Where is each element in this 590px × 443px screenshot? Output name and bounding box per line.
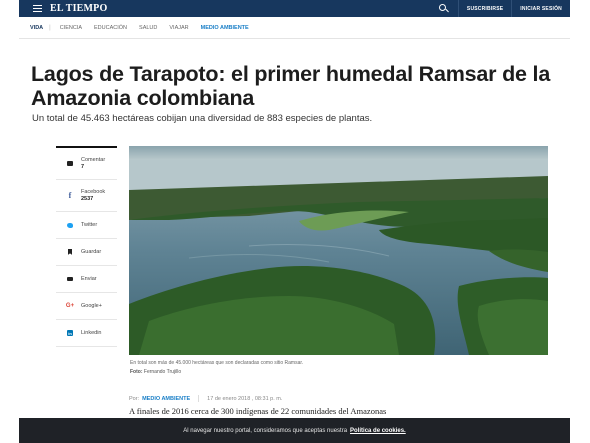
mail-icon	[66, 275, 74, 283]
comment-count: 7	[81, 163, 85, 170]
article-photo[interactable]	[129, 146, 548, 355]
nav-item-viajar[interactable]: VIAJAR	[169, 25, 188, 31]
credit-name: Fernando Trujillo	[143, 369, 182, 375]
comment-icon	[66, 160, 74, 168]
nav-section-vida[interactable]: VIDA	[30, 25, 43, 31]
byline-category[interactable]: MEDIO AMBIENTE	[142, 396, 190, 402]
share-email[interactable]: Enviar	[56, 266, 117, 293]
nav-divider: |	[49, 24, 51, 31]
login-button[interactable]: INICIAR SESIÓN	[512, 0, 570, 17]
facebook-label-group: Facebook 2537	[81, 189, 105, 202]
comment-label-group: Comentar 7	[81, 157, 105, 170]
share-google-plus[interactable]: G+ Google+	[56, 293, 117, 320]
google-label: Google+	[81, 302, 102, 309]
article-title: Lagos de Tarapoto: el primer humedal Ram…	[31, 62, 551, 110]
share-sidebar: Comentar 7 f Facebook 2537 Twitter Guard…	[56, 146, 117, 347]
share-linkedin[interactable]: in Linkedin	[56, 320, 117, 347]
aerial-wetland-image	[129, 146, 548, 355]
search-icon[interactable]	[434, 0, 452, 17]
credit-label: Foto:	[130, 369, 143, 375]
send-label: Enviar	[81, 275, 97, 282]
save-label: Guardar	[81, 248, 102, 255]
twitter-label: Twitter	[81, 221, 98, 228]
google-plus-icon: G+	[65, 303, 75, 309]
cookie-banner: Al navegar nuestro portal, consideramos …	[19, 418, 570, 443]
publish-date: 17 de enero 2018 , 08:31 p. m.	[207, 395, 283, 402]
caption-text: En total son más de 45.000 hectáreas que…	[130, 360, 304, 366]
article-subtitle: Un total de 45.463 hectáreas cobijan una…	[32, 113, 373, 124]
section-nav: VIDA | CIENCIA EDUCACIÓN SALUD VIAJAR ME…	[19, 17, 570, 39]
twitter-icon	[66, 221, 74, 229]
facebook-count: 2537	[81, 195, 94, 202]
nav-item-educacion[interactable]: EDUCACIÓN	[94, 25, 127, 31]
hamburger-menu-icon[interactable]	[28, 0, 46, 17]
nav-item-ciencia[interactable]: CIENCIA	[60, 25, 82, 31]
top-bar-actions: SUSCRIBIRSE INICIAR SESIÓN	[434, 0, 570, 17]
nav-item-salud[interactable]: SALUD	[139, 25, 157, 31]
cookie-text: Al navegar nuestro portal, consideramos …	[183, 427, 348, 434]
site-logo[interactable]: EL TIEMPO	[50, 3, 107, 14]
bookmark-icon	[66, 248, 74, 256]
facebook-icon: f	[68, 191, 72, 200]
meta-divider	[198, 395, 200, 402]
article-meta: Por: MEDIO AMBIENTE 17 de enero 2018 , 0…	[129, 395, 282, 402]
nav-item-medio-ambiente[interactable]: MEDIO AMBIENTE	[201, 25, 249, 31]
photo-credit: Foto: Fernando Trujillo	[130, 368, 303, 377]
byline-label: Por:	[129, 395, 140, 402]
cookie-policy-link[interactable]: Política de cookies.	[350, 428, 406, 434]
share-comment[interactable]: Comentar 7	[56, 148, 117, 180]
share-facebook[interactable]: f Facebook 2537	[56, 180, 117, 212]
share-save[interactable]: Guardar	[56, 239, 117, 266]
linkedin-icon: in	[67, 330, 73, 336]
article-lead: A finales de 2016 cerca de 300 indígenas…	[129, 406, 387, 416]
linkedin-label: Linkedin	[81, 329, 102, 336]
photo-caption: En total son más de 45.000 hectáreas que…	[130, 359, 303, 377]
top-bar: EL TIEMPO SUSCRIBIRSE INICIAR SESIÓN	[19, 0, 570, 17]
comment-label: Comentar	[81, 157, 106, 163]
facebook-label: Facebook	[81, 189, 106, 195]
subscribe-button[interactable]: SUSCRIBIRSE	[459, 0, 511, 17]
share-twitter[interactable]: Twitter	[56, 212, 117, 239]
